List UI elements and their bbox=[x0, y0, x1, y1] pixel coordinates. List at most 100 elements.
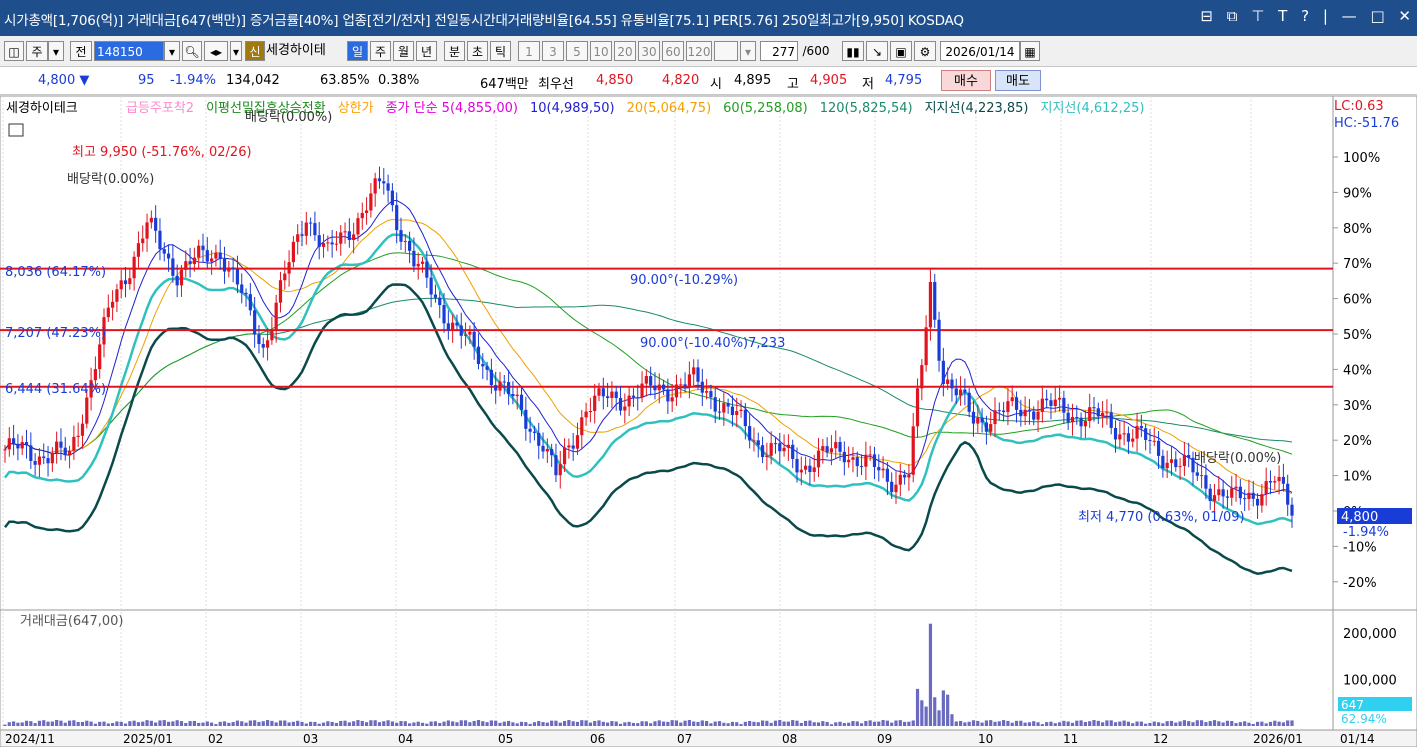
candle-body bbox=[851, 457, 855, 460]
candle-body bbox=[713, 397, 717, 412]
legend-stock-name: 세경하이테크 bbox=[6, 101, 78, 116]
candle-body bbox=[1066, 412, 1070, 423]
volume-bar bbox=[24, 720, 29, 726]
candle-body bbox=[304, 222, 308, 236]
candle-body bbox=[300, 234, 304, 236]
candle-body bbox=[50, 453, 54, 464]
candle-body bbox=[976, 417, 980, 424]
volume-bar bbox=[382, 721, 386, 726]
candle-body bbox=[67, 450, 72, 456]
volume-bar bbox=[188, 721, 192, 726]
candle-body bbox=[1247, 492, 1251, 500]
volume-bar bbox=[1027, 722, 1032, 726]
volume-bar bbox=[584, 720, 588, 726]
volume-bar bbox=[537, 721, 541, 726]
volume-bar bbox=[967, 721, 971, 726]
volume-bar bbox=[799, 722, 803, 726]
volume-bar bbox=[614, 721, 618, 726]
volume-bar bbox=[898, 720, 902, 726]
volume-bar bbox=[446, 720, 450, 726]
volume-bar bbox=[756, 722, 760, 726]
candle-body bbox=[601, 388, 605, 397]
y-tick-label: 10% bbox=[1343, 470, 1372, 485]
hline-label-2: 7,207 (47.23%) bbox=[5, 326, 106, 341]
candle-body bbox=[106, 307, 110, 318]
candle-body bbox=[894, 484, 898, 493]
legend-item: 종가 단순 5(4,855,00) bbox=[386, 101, 518, 116]
volume-bar bbox=[730, 721, 735, 726]
volume-bar bbox=[416, 721, 420, 726]
volume-bar bbox=[149, 720, 153, 726]
candle-body bbox=[1273, 481, 1277, 483]
volume-bar bbox=[244, 722, 248, 726]
candle-body bbox=[343, 231, 347, 233]
volume-bar bbox=[601, 721, 605, 726]
volume-bar bbox=[16, 722, 20, 726]
candle-body bbox=[1187, 455, 1191, 458]
volume-bar bbox=[197, 722, 201, 726]
volume-bar bbox=[408, 723, 412, 726]
candle-body bbox=[915, 388, 920, 427]
volume-bar bbox=[33, 723, 37, 726]
volume-bar bbox=[231, 722, 235, 726]
volume-bar bbox=[1187, 721, 1191, 726]
candle-body bbox=[412, 250, 416, 267]
price-chart[interactable]: 100%90%80%70%60%50%40%30%20%10%0%-10%-20… bbox=[0, 0, 1417, 747]
candle-body bbox=[248, 294, 252, 311]
volume-bar bbox=[597, 720, 601, 726]
candle-body bbox=[158, 230, 162, 250]
candle-body bbox=[980, 417, 984, 423]
candle-body bbox=[1182, 455, 1186, 467]
volume-bar bbox=[683, 720, 687, 726]
candle-body bbox=[1286, 483, 1290, 505]
price-tag: 4,800 bbox=[1341, 510, 1378, 525]
candle-body bbox=[1165, 462, 1169, 469]
volume-bar bbox=[261, 721, 265, 726]
volume-bar bbox=[915, 688, 920, 726]
volume-bar bbox=[93, 723, 97, 726]
volume-bar bbox=[851, 721, 855, 726]
volume-bar bbox=[235, 720, 240, 726]
hc-label: HC:-51.76 bbox=[1334, 116, 1399, 131]
volume-title: 거래대금(647,00) bbox=[20, 614, 123, 629]
volume-bar bbox=[304, 723, 308, 726]
candle-body bbox=[37, 456, 42, 465]
volume-bar bbox=[1174, 722, 1178, 726]
candle-body bbox=[696, 367, 700, 382]
candle-body bbox=[399, 230, 403, 242]
candle-body bbox=[442, 305, 446, 324]
volume-bar bbox=[1075, 720, 1079, 726]
candle-body bbox=[33, 460, 37, 465]
volume-bar bbox=[481, 721, 485, 726]
volume-bar bbox=[1118, 721, 1122, 726]
volume-bar bbox=[352, 721, 356, 726]
volume-bar bbox=[399, 721, 403, 726]
volume-bar bbox=[463, 720, 468, 726]
volume-bar bbox=[80, 721, 85, 726]
candle-body bbox=[588, 411, 592, 413]
candle-body bbox=[726, 403, 730, 407]
volume-bar bbox=[3, 724, 7, 726]
volume-bar bbox=[390, 721, 394, 726]
volume-bar bbox=[786, 721, 790, 726]
volume-bar bbox=[1243, 721, 1247, 726]
candle-body bbox=[928, 281, 933, 328]
volume-bar bbox=[106, 723, 110, 726]
candle-body bbox=[1113, 427, 1118, 440]
candle-body bbox=[971, 411, 976, 424]
candle-body bbox=[386, 183, 390, 191]
candle-body bbox=[1139, 426, 1143, 429]
candle-body bbox=[1268, 481, 1273, 483]
dividend-label-2: 배당락(0.00%) bbox=[245, 110, 332, 125]
y-tick-label: 70% bbox=[1343, 257, 1372, 272]
candle-body bbox=[1152, 440, 1156, 442]
candle-body bbox=[420, 261, 425, 264]
candle-body bbox=[339, 232, 343, 244]
volume-bar bbox=[274, 722, 278, 726]
candle-body bbox=[1204, 475, 1208, 489]
candle-body bbox=[748, 426, 752, 441]
candle-body bbox=[278, 280, 283, 303]
y-tick-label: -10% bbox=[1343, 540, 1377, 555]
volume-bar bbox=[343, 720, 347, 726]
candle-body bbox=[459, 325, 463, 336]
